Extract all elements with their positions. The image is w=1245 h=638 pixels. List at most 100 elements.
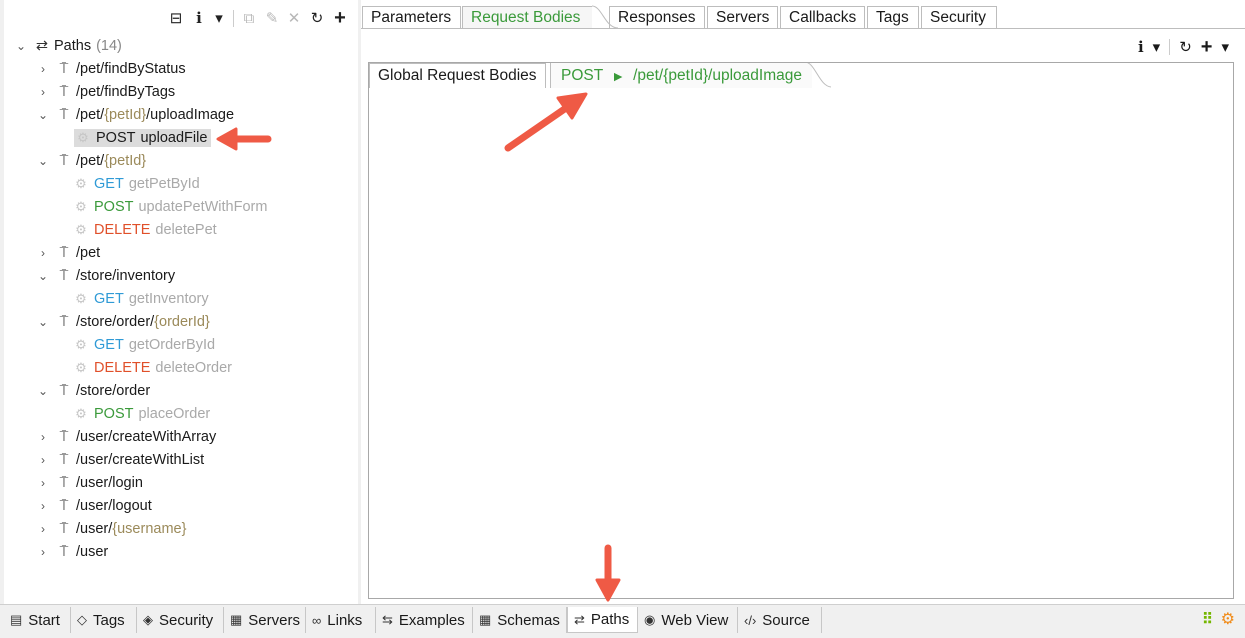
bottom-tab-paths[interactable]: ⇄ Paths bbox=[567, 607, 638, 633]
path-icon: ⍑ bbox=[59, 544, 69, 560]
info-icon[interactable]: i bbox=[189, 8, 209, 28]
tree-path-row[interactable]: ⌄ ⍑ /pet/{petId} bbox=[36, 150, 146, 172]
tree-path-row[interactable]: › ⍑ /pet bbox=[36, 242, 100, 264]
bottom-tab-tags[interactable]: ◇ Tags bbox=[71, 607, 137, 633]
operation-item[interactable]: ⚙ POST updatePetWithForm bbox=[74, 199, 267, 215]
tree-operation-row[interactable]: ⚙ POST updatePetWithForm bbox=[74, 196, 267, 218]
tree-path-row[interactable]: › ⍑ /user bbox=[36, 541, 108, 563]
http-method: GET bbox=[94, 337, 124, 353]
chevron-right-icon[interactable]: › bbox=[36, 85, 50, 99]
gear-icon: ⚙ bbox=[75, 360, 87, 375]
operation-id: getOrderById bbox=[128, 337, 216, 353]
chevron-right-icon[interactable]: › bbox=[36, 499, 50, 513]
operation-item[interactable]: ⚙ POST placeOrder bbox=[74, 406, 210, 422]
copy-icon: ⧉ bbox=[243, 9, 255, 27]
chevron-down-icon[interactable]: ⌄ bbox=[36, 154, 50, 168]
chevron-right-icon[interactable]: › bbox=[36, 430, 50, 444]
tree-operation-row[interactable]: ⚙ POST placeOrder bbox=[74, 403, 210, 425]
gear-icon: ⚙ bbox=[75, 406, 87, 421]
info-icon[interactable]: i bbox=[1138, 38, 1144, 56]
bottom-tab-start[interactable]: ▤ Start bbox=[4, 607, 71, 633]
operation-item[interactable]: ⚙ DELETE deletePet bbox=[74, 222, 217, 238]
chevron-down-icon[interactable]: ⌄ bbox=[36, 269, 50, 283]
chevron-down-icon[interactable]: ⌄ bbox=[36, 108, 50, 122]
tab-parameters[interactable]: Parameters bbox=[362, 6, 461, 28]
path-icon: ⍑ bbox=[59, 84, 69, 100]
bottom-tab-label: Web View bbox=[661, 611, 729, 629]
bottom-tab-security[interactable]: ◈ Security bbox=[137, 607, 224, 633]
grid-icon[interactable]: ⠿ bbox=[1202, 610, 1213, 628]
chevron-down-icon[interactable]: ▾ bbox=[209, 8, 229, 28]
chevron-right-icon[interactable]: › bbox=[36, 476, 50, 490]
tree-root-paths[interactable]: ⌄ ⇄ Paths (14) bbox=[14, 35, 122, 57]
tab-servers[interactable]: Servers bbox=[707, 6, 778, 28]
tree-operation-row[interactable]: ⚙ DELETE deleteOrder bbox=[74, 357, 232, 379]
chevron-down-icon[interactable]: ▾ bbox=[1153, 38, 1161, 56]
add-icon[interactable]: + bbox=[330, 7, 350, 29]
root-count: (14) bbox=[96, 38, 122, 54]
tree-path-row[interactable]: ⌄ ⍑ /store/order/{orderId} bbox=[36, 311, 210, 333]
chevron-down-icon[interactable]: ⌄ bbox=[14, 39, 28, 53]
bottom-tab-label: Schemas bbox=[497, 611, 560, 629]
tab-responses[interactable]: Responses bbox=[609, 6, 705, 28]
tree-path-row[interactable]: › ⍑ /pet/findByStatus bbox=[36, 58, 186, 80]
chevron-right-icon[interactable]: › bbox=[36, 62, 50, 76]
tree-path-row[interactable]: › ⍑ /pet/findByTags bbox=[36, 81, 175, 103]
chevron-right-icon[interactable]: › bbox=[36, 246, 50, 260]
bottom-tab-label: Source bbox=[762, 611, 810, 629]
tree-operation-row[interactable]: ⚙ DELETE deletePet bbox=[74, 219, 217, 241]
chevron-right-icon[interactable]: › bbox=[36, 522, 50, 536]
chevron-right-icon[interactable]: › bbox=[36, 453, 50, 467]
bottom-tab-label: Paths bbox=[590, 611, 630, 628]
request-body-editor-area[interactable] bbox=[368, 62, 1234, 599]
tree-operation-row[interactable]: ⚙ POST uploadFile bbox=[74, 127, 212, 149]
collapse-all-icon[interactable]: ⊟ bbox=[166, 8, 186, 28]
tree-path-row[interactable]: ⌄ ⍑ /pet/{petId}/uploadImage bbox=[36, 104, 234, 126]
path-segment: /user/logout bbox=[76, 498, 152, 514]
annotation-arrow-down bbox=[595, 544, 621, 602]
tab-tags[interactable]: Tags bbox=[867, 6, 919, 28]
tree-path-row[interactable]: ⌄ ⍑ /store/order bbox=[36, 380, 150, 402]
settings-gears-icon[interactable]: ⚙ bbox=[1221, 609, 1235, 629]
bottom-tab-schemas[interactable]: ▦ Schemas bbox=[473, 607, 567, 633]
tree-operation-row[interactable]: ⚙ GET getOrderById bbox=[74, 334, 215, 356]
operation-item[interactable]: ⚙ DELETE deleteOrder bbox=[74, 360, 232, 376]
path-segment: /pet/ bbox=[76, 153, 105, 169]
tab-callbacks[interactable]: Callbacks bbox=[780, 6, 865, 28]
operation-item[interactable]: ⚙ GET getInventory bbox=[74, 291, 208, 307]
gear-icon: ⚙ bbox=[75, 291, 87, 306]
root-label: Paths bbox=[54, 38, 92, 54]
tree-operation-row[interactable]: ⚙ GET getPetById bbox=[74, 173, 200, 195]
bottom-tab-web-view[interactable]: ◉ Web View bbox=[638, 607, 738, 633]
tree-operation-row[interactable]: ⚙ GET getInventory bbox=[74, 288, 208, 310]
bottom-tab-source[interactable]: ‹/› Source bbox=[738, 607, 822, 633]
tree-path-row[interactable]: › ⍑ /user/{username} bbox=[36, 518, 186, 540]
add-icon[interactable]: + bbox=[1201, 36, 1213, 59]
refresh-icon[interactable]: ↻ bbox=[1179, 38, 1192, 56]
path-segment: /user/createWithList bbox=[76, 452, 205, 468]
paths-tree-panel: ⊟ i ▾ ⧉ ✎ ✕ ↻ + ⌄ ⇄ Paths (14) › ⍑ /pet/fi… bbox=[4, 0, 358, 604]
tree-path-row[interactable]: › ⍑ /user/createWithArray bbox=[36, 426, 216, 448]
operation-item[interactable]: ⚙ GET getPetById bbox=[74, 176, 200, 192]
path-segment: {petId} bbox=[104, 153, 147, 169]
chevron-down-icon[interactable]: ⌄ bbox=[36, 315, 50, 329]
path-segment: /user bbox=[76, 544, 109, 560]
bottom-tab-links[interactable]: ∞ Links bbox=[306, 607, 376, 633]
gear-icon: ⚙ bbox=[75, 176, 87, 191]
path-segment: /pet/ bbox=[76, 107, 105, 123]
refresh-icon[interactable]: ↻ bbox=[307, 8, 327, 28]
operation-item[interactable]: ⚙ POST uploadFile bbox=[74, 129, 212, 147]
tree-path-row[interactable]: › ⍑ /user/login bbox=[36, 472, 143, 494]
chevron-down-icon[interactable]: ⌄ bbox=[36, 384, 50, 398]
tree-path-row[interactable]: › ⍑ /user/createWithList bbox=[36, 449, 204, 471]
tree-path-row[interactable]: ⌄ ⍑ /store/inventory bbox=[36, 265, 175, 287]
bottom-tab-examples[interactable]: ⇆ Examples bbox=[376, 607, 473, 633]
bottom-tab-servers[interactable]: ▦ Servers bbox=[224, 607, 306, 633]
tab-request-bodies[interactable]: Request Bodies bbox=[462, 6, 592, 28]
tab-security[interactable]: Security bbox=[921, 6, 997, 28]
chevron-down-icon[interactable]: ▾ bbox=[1221, 38, 1229, 56]
tree-path-row[interactable]: › ⍑ /user/logout bbox=[36, 495, 152, 517]
operation-item[interactable]: ⚙ GET getOrderById bbox=[74, 337, 215, 353]
web-view-icon: ◉ bbox=[644, 612, 656, 627]
chevron-right-icon[interactable]: › bbox=[36, 545, 50, 559]
